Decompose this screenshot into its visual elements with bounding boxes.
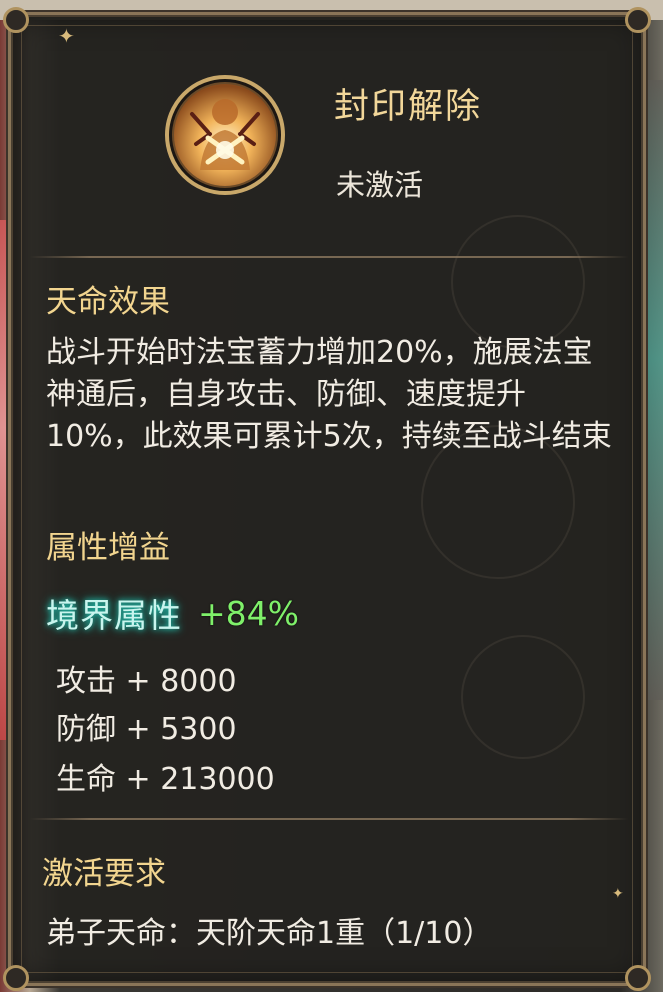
corner-ornament-icon [3, 7, 29, 33]
sparkle-icon: ✦ [612, 886, 624, 902]
destiny-effect-heading: 天命效果 [46, 284, 170, 320]
seal-release-emblem-icon [165, 75, 285, 195]
destiny-effect-description: 战斗开始时法宝蓄力增加20%，施展法宝神通后，自身攻击、防御、速度提升10%，此… [46, 335, 612, 454]
realm-attribute-row: 境界属性 +84% [46, 590, 299, 636]
background-right-strip [647, 80, 663, 700]
corner-ornament-icon [625, 7, 651, 33]
section-divider [30, 256, 628, 258]
realm-attribute-value: +84% [198, 593, 299, 633]
stat-defense: 防御 + 5300 [56, 712, 237, 747]
corner-ornament-icon [3, 965, 29, 991]
attribute-bonus-heading: 属性增益 [46, 530, 170, 566]
destiny-tooltip-panel [3, 7, 651, 991]
skill-title: 封印解除 [334, 87, 483, 127]
stat-attack: 攻击 + 8000 [56, 664, 237, 699]
activation-status: 未激活 [336, 168, 424, 202]
activation-requirement-heading: 激活要求 [42, 856, 166, 892]
section-divider [30, 818, 628, 820]
sparkle-icon: ✦ [58, 24, 75, 48]
activation-requirement-text: 弟子天命：天阶天命1重（1/10） [46, 916, 493, 951]
corner-ornament-icon [625, 965, 651, 991]
realm-attribute-label: 境界属性 [46, 596, 182, 635]
watermark-ring [451, 215, 585, 349]
watermark-ring [461, 635, 585, 759]
stat-health: 生命 + 213000 [56, 762, 275, 797]
